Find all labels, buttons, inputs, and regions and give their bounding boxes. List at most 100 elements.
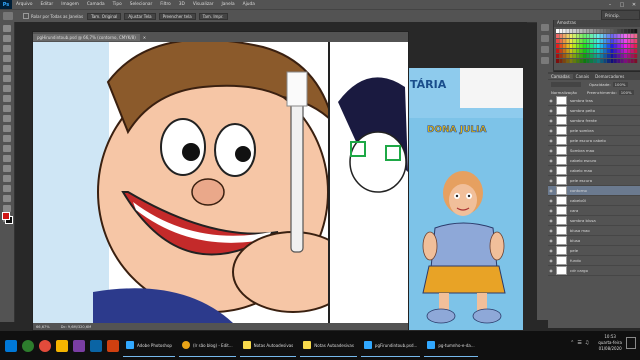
notifications-icon[interactable] <box>626 337 636 349</box>
opacity-input[interactable]: 100% <box>612 81 628 87</box>
store-icon[interactable] <box>73 339 85 352</box>
stamp-tool-icon[interactable] <box>3 105 11 112</box>
quick-select-tool-icon[interactable] <box>3 55 11 62</box>
photoshop-app-icon[interactable]: Ps <box>0 0 12 9</box>
move-tool-icon[interactable] <box>3 25 11 32</box>
taskbar-app-psd-2[interactable]: pg-tumnho-e-da... <box>424 334 478 357</box>
gradient-tool-icon[interactable] <box>3 135 11 142</box>
eye-icon[interactable]: ◉ <box>548 148 554 153</box>
hand-tool-icon[interactable] <box>3 205 11 212</box>
type-tool-icon[interactable] <box>3 175 11 182</box>
menu-tipo[interactable]: Tipo <box>109 2 126 7</box>
up-arrow-icon[interactable]: ⌃ <box>570 340 574 346</box>
volume-icon[interactable]: ♫ <box>585 340 589 346</box>
office-icon[interactable] <box>107 339 119 352</box>
menu-ajuda[interactable]: Ajuda <box>239 2 259 7</box>
blur-tool-icon[interactable] <box>3 145 11 152</box>
layer-row[interactable]: ◉ pele escura <box>548 176 640 186</box>
actual-pixels-button[interactable]: Tam. Original <box>87 12 122 20</box>
blend-mode-select[interactable] <box>551 81 581 87</box>
eye-icon[interactable]: ◉ <box>548 198 554 203</box>
layer-row[interactable]: ◉ pele escura cabelo <box>548 136 640 146</box>
menu-3d[interactable]: 3D <box>175 2 189 7</box>
layer-row[interactable]: ◉ pele <box>548 246 640 256</box>
swatch-grid[interactable] <box>554 27 640 67</box>
network-icon[interactable]: ☰ <box>577 340 581 346</box>
hand-tool-icon[interactable] <box>3 12 13 20</box>
eye-icon[interactable]: ◉ <box>548 208 554 213</box>
paragraph-panel-icon[interactable] <box>541 57 549 64</box>
character-panel-icon[interactable] <box>541 46 549 53</box>
shape-tool-icon[interactable] <box>3 195 11 202</box>
eye-icon[interactable]: ◉ <box>548 138 554 143</box>
document-tab-title[interactable]: pgHirundintoub.psd @ 66,7% (contorno, CM… <box>33 33 140 41</box>
layer-row[interactable]: ◉ Sombra mao <box>548 146 640 156</box>
fill-input[interactable]: 100% <box>618 89 634 95</box>
crop-tool-icon[interactable] <box>3 65 11 72</box>
menu-camada[interactable]: Camada <box>83 2 109 7</box>
document-canvas[interactable] <box>33 42 408 323</box>
marquee-tool-icon[interactable] <box>3 35 11 42</box>
eye-icon[interactable]: ◉ <box>548 218 554 223</box>
back-document-canvas[interactable]: TÁRIA DONA JULIA <box>405 68 523 330</box>
workspace-select[interactable]: Princip. <box>601 10 640 20</box>
layer-row[interactable]: ◉ sombra blusa <box>548 216 640 226</box>
layer-row[interactable]: ◉ sombra tras <box>548 96 640 106</box>
eye-icon[interactable]: ◉ <box>548 108 554 113</box>
close-tab-icon[interactable]: ✕ <box>143 35 146 40</box>
search-icon[interactable] <box>22 339 34 352</box>
document-tab[interactable]: pgHirundintoub.psd @ 66,7% (contorno, CM… <box>33 32 408 42</box>
windows-start-icon[interactable] <box>5 339 17 352</box>
eye-icon[interactable]: ◉ <box>548 168 554 173</box>
foreground-color-swatch[interactable] <box>2 212 10 220</box>
eye-icon[interactable]: ◉ <box>548 178 554 183</box>
menu-visualizar[interactable]: Visualizar <box>189 2 218 7</box>
actions-panel-icon[interactable] <box>541 35 549 42</box>
eyedropper-tool-icon[interactable] <box>3 75 11 82</box>
tab-canais[interactable]: Canais <box>573 74 592 79</box>
layer-row[interactable]: ◉ fundo <box>548 256 640 266</box>
tab-demarcadores[interactable]: Demarcadores <box>592 74 627 79</box>
clock[interactable]: 10:53 quarta-feira 01/08/2020 <box>598 334 622 352</box>
layer-row[interactable]: ◉ sombra peito <box>548 106 640 116</box>
taskbar-app-notes-1[interactable]: Notas Autoadesivas <box>239 334 297 357</box>
close-icon[interactable]: ✕ <box>628 0 640 9</box>
swatches-tab[interactable]: Amostras <box>554 20 640 27</box>
path-select-tool-icon[interactable] <box>3 185 11 192</box>
fit-screen-button[interactable]: Ajustar Tela <box>124 12 156 20</box>
layer-row[interactable]: ◉ cabelo0l <box>548 196 640 206</box>
menu-arquivo[interactable]: Arquivo <box>12 2 36 7</box>
brush-tool-icon[interactable] <box>3 95 11 102</box>
menu-selecionar[interactable]: Selecionar <box>126 2 157 7</box>
browser-icon[interactable] <box>39 339 51 352</box>
lasso-tool-icon[interactable] <box>3 45 11 52</box>
maximize-icon[interactable]: □ <box>616 0 628 9</box>
layer-row[interactable]: ◉ blusa <box>548 236 640 246</box>
minimize-icon[interactable]: – <box>604 0 616 9</box>
pen-tool-icon[interactable] <box>3 165 11 172</box>
taskbar-app-psd-1[interactable]: pgFirundintoub.psd... <box>360 334 421 357</box>
layer-row[interactable]: ◉ contorno <box>548 186 640 196</box>
layer-row[interactable]: ◉ sombra frente <box>548 116 640 126</box>
eraser-tool-icon[interactable] <box>3 125 11 132</box>
layer-row[interactable]: ◉ cabelo escuro <box>548 156 640 166</box>
eye-icon[interactable]: ◉ <box>548 228 554 233</box>
history-brush-tool-icon[interactable] <box>3 115 11 122</box>
taskbar-app-notes-2[interactable]: Notas Autoadesivas <box>300 334 357 357</box>
menu-editar[interactable]: Editar <box>36 2 57 7</box>
taskbar-app-chrome[interactable]: (Ir são blog) - Edit... <box>178 334 236 357</box>
layer-row[interactable]: ◉ pele sombra <box>548 126 640 136</box>
layer-row[interactable]: ◉ cdr cargo <box>548 266 640 276</box>
eye-icon[interactable]: ◉ <box>548 128 554 133</box>
eye-icon[interactable]: ◉ <box>548 268 554 273</box>
zoom-level[interactable]: 66,67% <box>36 325 50 329</box>
print-size-button[interactable]: Tam. Impr. <box>198 12 228 20</box>
layer-row[interactable]: ◉ blusa mao <box>548 226 640 236</box>
taskbar-app-photoshop[interactable]: Adobe Photoshop <box>123 334 175 357</box>
eye-icon[interactable]: ◉ <box>548 258 554 263</box>
menu-filtro[interactable]: Filtro <box>156 2 175 7</box>
layer-row[interactable]: ◉ cara <box>548 206 640 216</box>
layer-row[interactable]: ◉ cabelo mao <box>548 166 640 176</box>
history-panel-icon[interactable] <box>541 24 549 31</box>
eye-icon[interactable]: ◉ <box>548 158 554 163</box>
